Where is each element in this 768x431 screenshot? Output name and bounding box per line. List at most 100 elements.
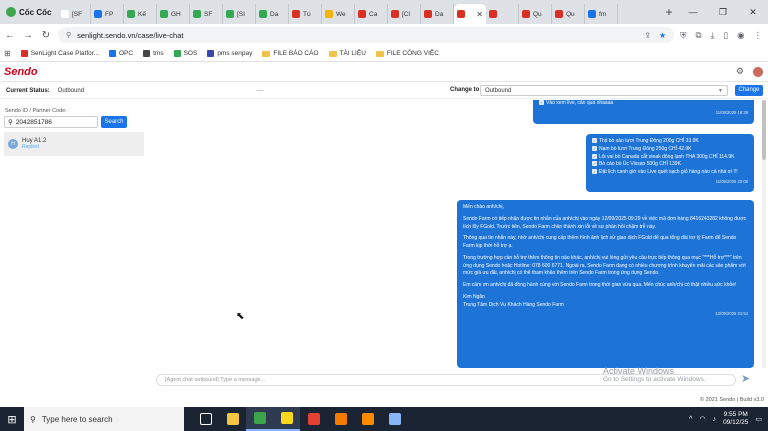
message-2-lines: ✓ Thịt bò xào tươi Trung Đông 200g CHỈ 33… <box>592 138 748 177</box>
change-to-label: Change to <box>450 87 480 93</box>
message-paragraph: Thông qua tin nhắn này, nhờ anh/chị cung… <box>463 235 737 249</box>
browser-tab[interactable]: Kế <box>124 4 157 24</box>
chrome-taskbar-icon[interactable] <box>300 407 327 431</box>
apps-grid-icon[interactable]: ⊞ <box>4 49 11 58</box>
browser-tab[interactable]: Qu <box>552 4 585 24</box>
tab-label: Qu <box>533 10 542 18</box>
browser-tab[interactable]: Da <box>421 4 454 24</box>
reload-icon[interactable]: ↻ <box>40 30 52 41</box>
browser-tab[interactable]: SF <box>190 4 223 24</box>
network-icon[interactable]: ◠ <box>699 415 705 423</box>
volume-icon[interactable]: ♪ <box>713 416 717 423</box>
bookmark-item[interactable]: pms senpay <box>207 50 252 57</box>
change-to-value: Outbound <box>485 87 512 94</box>
browser-tab[interactable]: Tú <box>289 4 322 24</box>
new-tab-button[interactable]: + <box>660 5 678 19</box>
change-to-select[interactable]: Outbound ▼ <box>480 85 728 96</box>
send-icon[interactable]: ➤ <box>741 372 750 385</box>
share-icon[interactable]: ⇪ <box>644 31 651 40</box>
scrollbar-thumb[interactable] <box>762 100 766 160</box>
message-3-time: 12/09/2025 21:54 <box>715 311 748 317</box>
tab-label: FP <box>105 10 114 18</box>
browser-tab[interactable] <box>486 4 519 24</box>
bookmark-label: SenLight Case Platfor... <box>30 50 99 57</box>
taskbar-search[interactable]: ⚲ Type here to search <box>24 407 184 431</box>
browser-brand-label: Cốc Cốc <box>19 7 52 17</box>
sendo-logo[interactable]: Sendo <box>4 66 38 78</box>
menu-icon[interactable]: ⋮ <box>754 30 763 41</box>
site-info-icon[interactable]: ⚲ <box>66 31 71 39</box>
browser-brand[interactable]: Cốc Cốc <box>0 0 58 24</box>
folder-icon <box>375 50 384 57</box>
windows-start-icon[interactable]: ⊞ <box>0 407 24 431</box>
restore-icon[interactable]: ❐ <box>708 7 738 18</box>
tab-favicon-icon <box>424 10 432 18</box>
browser-tab[interactable]: FP <box>91 4 124 24</box>
task-view-taskbar-icon[interactable] <box>192 407 219 431</box>
back-icon[interactable]: ← <box>4 30 16 41</box>
signature-org: Trung Tâm Dịch Vụ Khách Hàng Sendo Farm <box>463 301 564 308</box>
browser-tab[interactable]: Qu <box>519 4 552 24</box>
tab-label: fm <box>599 10 607 18</box>
browser-tab[interactable]: ✕ <box>454 4 486 24</box>
notification-icon[interactable]: ▭ <box>755 415 762 423</box>
browser-tab[interactable]: GH <box>157 4 190 24</box>
change-button[interactable]: Change <box>735 85 763 96</box>
download-icon[interactable]: ⤓ <box>711 30 715 41</box>
bookmark-item[interactable]: OPC <box>109 50 133 57</box>
tab-label: Kế <box>138 10 146 18</box>
message-paragraph: Mến chào anh/chị, <box>463 204 504 210</box>
sticky-notes-taskbar-icon[interactable] <box>273 407 300 431</box>
coccoc-taskbar-icon[interactable] <box>246 407 273 431</box>
tab-favicon-icon <box>292 10 300 18</box>
browser-tab[interactable]: [SI <box>223 4 256 24</box>
tab-favicon-icon <box>127 10 135 18</box>
bookmark-favicon-icon <box>207 50 215 57</box>
bookmark-item[interactable]: TÀI LIỆU <box>328 50 366 57</box>
minimize-icon[interactable]: — <box>678 7 708 18</box>
browser-tab[interactable]: Ca <box>355 4 388 24</box>
notepad-taskbar-icon[interactable] <box>381 407 408 431</box>
vlc-taskbar-icon[interactable] <box>354 407 381 431</box>
check-icon: ✓ <box>539 100 544 105</box>
url-field[interactable]: ⚲ senlight.sendo.vn/case/live-chat ⇪ ★ <box>58 27 675 43</box>
status-indicator: .... <box>256 86 264 93</box>
file-explorer-taskbar-icon[interactable] <box>219 407 246 431</box>
tab-favicon-icon <box>160 10 168 18</box>
bookmark-favicon-icon <box>20 50 28 57</box>
browser-tab[interactable]: fm <box>585 4 618 24</box>
browser-tab[interactable]: [SF <box>58 4 91 24</box>
partner-search-input[interactable]: ⚲ 2042851786 <box>4 116 98 128</box>
close-window-icon[interactable]: ✕ <box>738 7 768 18</box>
browser-tab[interactable]: Da <box>256 4 289 24</box>
bookmark-item[interactable]: FILE CÔNG VIỆC <box>375 50 439 57</box>
gear-icon[interactable]: ⚙ <box>736 66 744 77</box>
bookmark-item[interactable]: FILE BÁO CÁO <box>262 50 319 57</box>
extensions-icon[interactable]: ⧉ <box>696 30 702 41</box>
message-3-body: Mến chào anh/chị, Sendo Farm có tiếp nhận… <box>463 204 748 290</box>
message-line-text: Nạm bò tươi Trung Đông 250g CHỈ 42.9K <box>599 145 692 152</box>
search-button[interactable]: Search <box>101 116 127 128</box>
close-tab-icon[interactable]: ✕ <box>476 10 483 19</box>
taskbar-clock[interactable]: 9:55 PM 09/12/25 <box>723 411 748 428</box>
bookmark-star-icon[interactable]: ★ <box>659 31 666 40</box>
app-orange-taskbar-icon[interactable] <box>327 407 354 431</box>
chat-scrollbar[interactable] <box>762 100 766 368</box>
browser-tab[interactable]: [Cl <box>388 4 421 24</box>
contact-item[interactable]: H Huy A1.2 Replied <box>4 132 144 156</box>
bookmark-item[interactable]: SenLight Case Platfor... <box>20 50 99 57</box>
message-input[interactable]: [Agent chat outbound] Type a message... <box>156 374 736 386</box>
bookmark-item[interactable]: SOS <box>173 50 197 57</box>
sidebar-icon[interactable]: ▯ <box>723 30 728 41</box>
app-header: Sendo ⚙ <box>0 62 768 82</box>
shield-icon[interactable]: ⛨ <box>680 30 686 41</box>
check-icon: ✓ <box>592 161 597 167</box>
tray-expand-icon[interactable]: ^ <box>689 416 692 423</box>
browser-tab[interactable]: We <box>322 4 355 24</box>
contact-panel: Sendo ID / Partner Code: ⚲ 2042851786 Se… <box>0 100 150 390</box>
message-line: ✓ Bò cáo bò Úc Vissan 500g CHỈ 139K <box>592 161 748 169</box>
user-avatar[interactable] <box>752 65 764 78</box>
forward-icon[interactable]: → <box>22 30 34 41</box>
bookmark-item[interactable]: tms <box>143 50 164 57</box>
profile-icon[interactable]: ◉ <box>737 30 744 41</box>
